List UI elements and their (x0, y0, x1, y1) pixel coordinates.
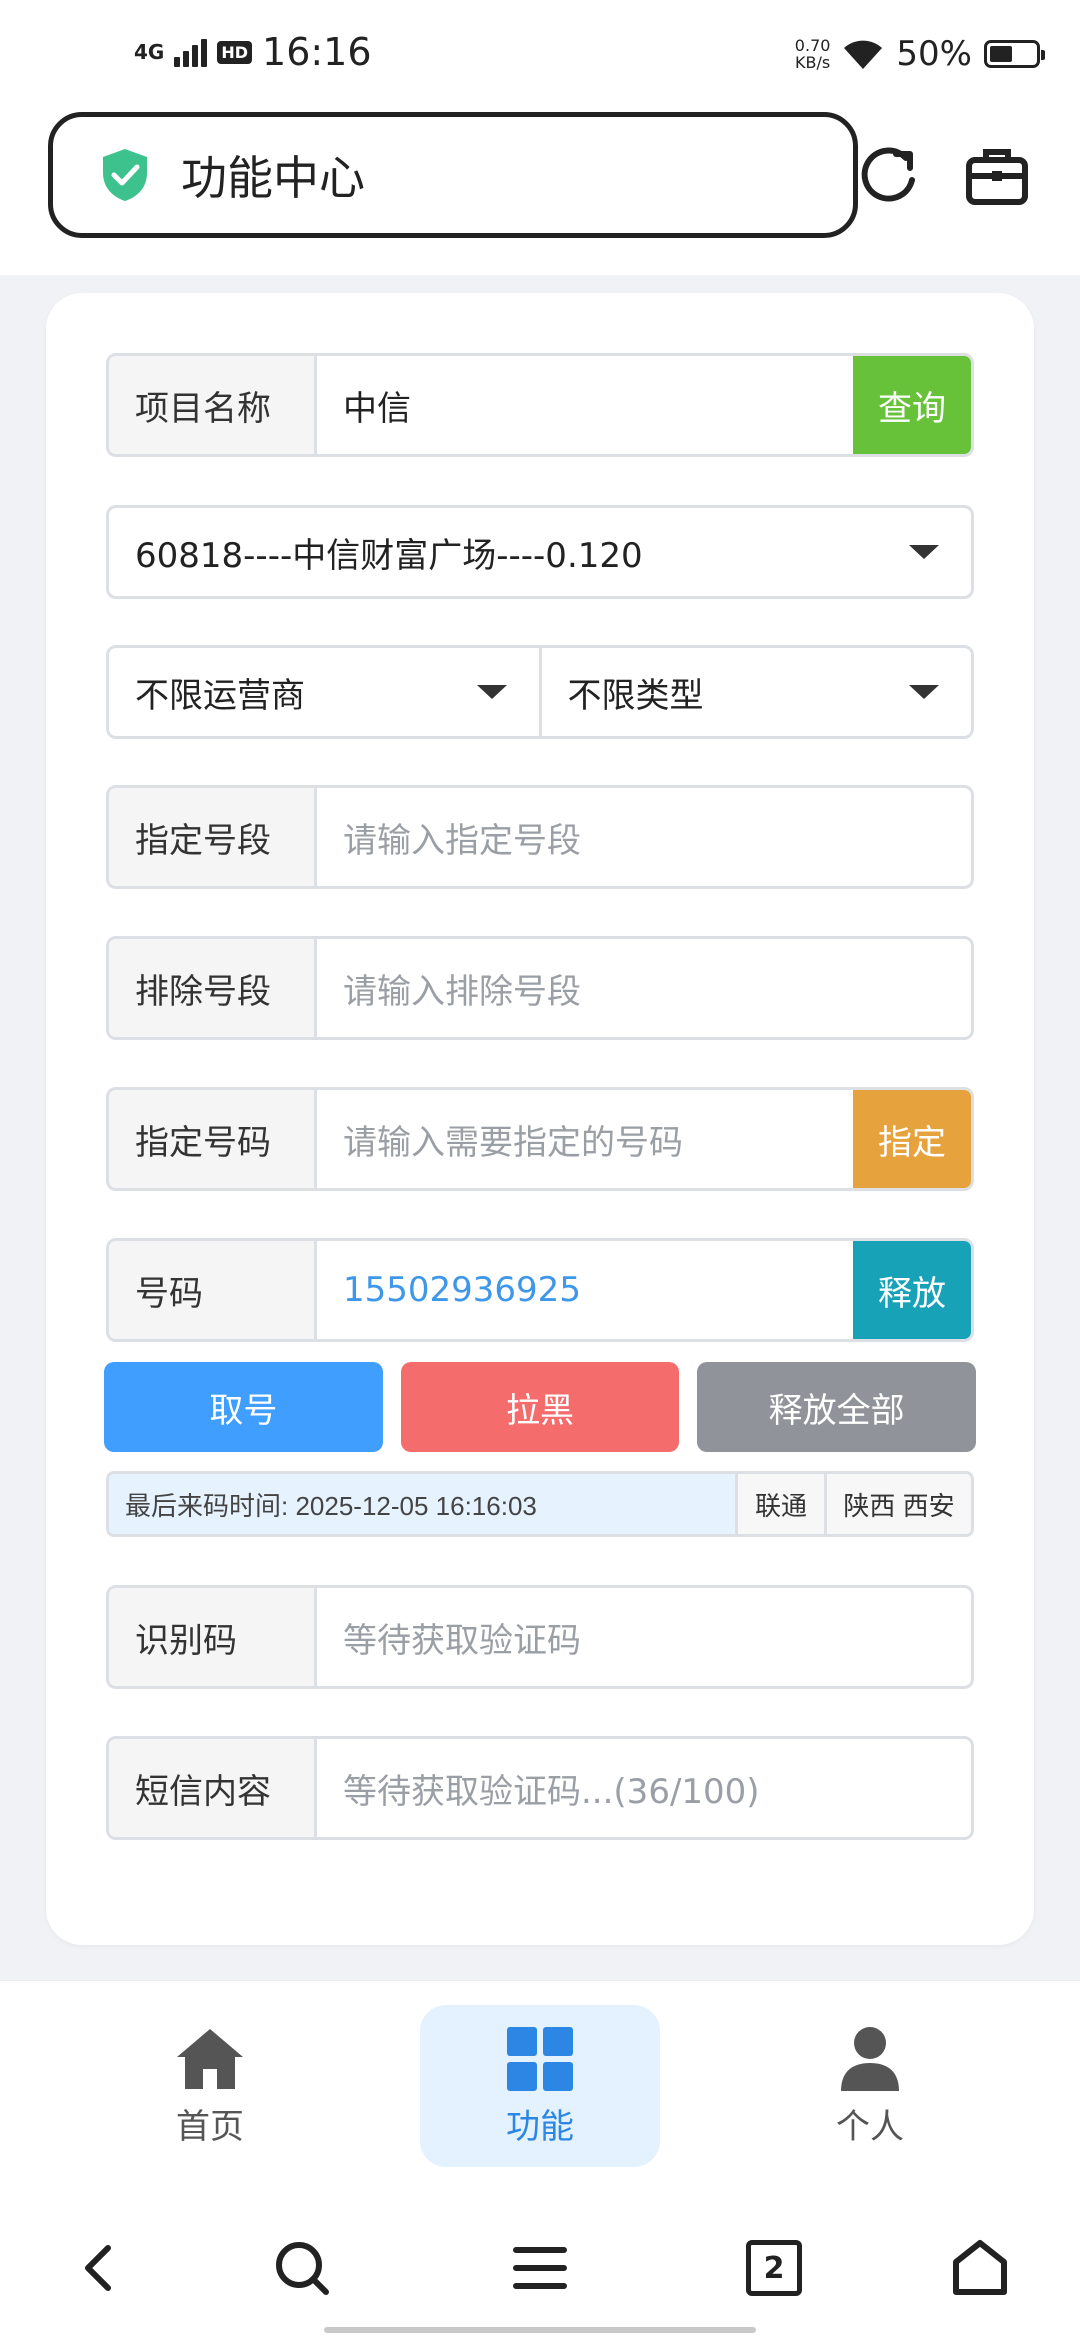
specify-button[interactable]: 指定 (853, 1090, 971, 1188)
grid-icon (507, 2026, 573, 2091)
shield-check-icon (103, 149, 147, 201)
number-prefix-input[interactable]: 请输入指定号段 (317, 788, 971, 886)
get-number-button[interactable]: 取号 (104, 1362, 383, 1452)
nav-profile-label: 个人 (836, 2106, 904, 2147)
type-select-value: 不限类型 (567, 675, 704, 716)
tab-count: 2 (763, 2250, 785, 2286)
battery-fill (990, 46, 1012, 62)
sms-content-label: 短信内容 (109, 1739, 317, 1837)
exclude-prefix-input[interactable]: 请输入排除号段 (317, 939, 971, 1037)
search-icon[interactable] (272, 2238, 332, 2298)
code-info-bar: 最后来码时间: 2025-12-05 16:16:03 联通 陕西 西安 (106, 1471, 974, 1537)
status-left: 4G HD 16:16 (134, 30, 372, 74)
filter-select-row: 不限运营商 不限类型 (106, 645, 974, 739)
project-name-label: 项目名称 (109, 356, 317, 454)
signal-icon (174, 37, 208, 67)
verify-code-label: 识别码 (109, 1588, 317, 1686)
type-select[interactable]: 不限类型 (538, 648, 972, 736)
project-select-value: 60818----中信财富广场----0.120 (135, 535, 643, 576)
specified-number-input[interactable]: 请输入需要指定的号码 (317, 1090, 853, 1188)
tabs-icon[interactable]: 2 (746, 2240, 802, 2296)
back-icon[interactable] (70, 2238, 130, 2298)
operator-select[interactable]: 不限运营商 (109, 648, 539, 736)
top-bar: 功能中心 (0, 110, 1080, 275)
exclude-prefix-row: 排除号段 请输入排除号段 (106, 936, 974, 1040)
gesture-handle (324, 2327, 756, 2333)
hd-badge: HD (217, 40, 253, 64)
network-type: 4G (134, 40, 165, 64)
verify-code-row: 识别码 等待获取验证码 (106, 1585, 974, 1689)
bottom-nav: 首页 功能 个人 (0, 1980, 1080, 2191)
verify-code-field[interactable]: 等待获取验证码 (317, 1588, 971, 1686)
function-card: 项目名称 中信 查询 60818----中信财富广场----0.120 不限运营… (46, 293, 1034, 1945)
project-select[interactable]: 60818----中信财富广场----0.120 (106, 505, 974, 599)
release-all-button[interactable]: 释放全部 (697, 1362, 977, 1452)
phone-number-row: 号码 15502936925 释放 (106, 1238, 974, 1342)
project-select-box[interactable]: 60818----中信财富广场----0.120 (109, 508, 971, 596)
project-name-input[interactable]: 中信 (317, 356, 853, 454)
action-buttons: 取号 拉黑 释放全部 (104, 1362, 977, 1452)
refresh-icon[interactable] (856, 142, 922, 208)
nav-function-label: 功能 (506, 2106, 574, 2147)
briefcase-icon[interactable] (964, 142, 1030, 208)
user-icon (841, 2026, 899, 2091)
phone-number-value[interactable]: 15502936925 (317, 1241, 853, 1339)
chevron-down-icon (909, 685, 939, 699)
release-button[interactable]: 释放 (853, 1241, 971, 1339)
home-outline-icon[interactable] (950, 2238, 1010, 2298)
specified-number-label: 指定号码 (109, 1090, 317, 1188)
operator-select-value: 不限运营商 (135, 675, 305, 716)
title-bar: 功能中心 (48, 112, 858, 238)
nav-profile[interactable]: 个人 (750, 2005, 990, 2167)
chevron-down-icon (909, 545, 939, 559)
battery-icon (984, 40, 1045, 68)
nav-home[interactable]: 首页 (90, 2005, 330, 2167)
menu-icon[interactable] (510, 2238, 570, 2298)
specified-number-row: 指定号码 请输入需要指定的号码 指定 (106, 1087, 974, 1191)
last-code-time: 最后来码时间: 2025-12-05 16:16:03 (109, 1474, 735, 1534)
phone-number-label: 号码 (109, 1241, 317, 1339)
status-bar: 4G HD 16:16 0.70 KB/s 50% (0, 0, 1080, 110)
nav-function[interactable]: 功能 (420, 2005, 660, 2167)
speed-unit: KB/s (795, 53, 831, 72)
home-icon (177, 2028, 243, 2089)
wifi-icon (844, 40, 883, 69)
query-button[interactable]: 查询 (853, 356, 971, 454)
system-nav-bar: 2 (0, 2190, 1080, 2340)
exclude-prefix-label: 排除号段 (109, 939, 317, 1037)
number-prefix-row: 指定号段 请输入指定号段 (106, 785, 974, 889)
chevron-down-icon (476, 685, 507, 699)
page-title: 功能中心 (181, 151, 365, 205)
carrier-badge: 联通 (735, 1474, 824, 1534)
network-speed: 0.70 KB/s (795, 37, 831, 71)
sms-content-row: 短信内容 等待获取验证码...(36/100) (106, 1736, 974, 1840)
sms-content-field[interactable]: 等待获取验证码...(36/100) (317, 1739, 971, 1837)
nav-home-label: 首页 (176, 2106, 244, 2147)
number-prefix-label: 指定号段 (109, 788, 317, 886)
battery-percent: 50% (896, 34, 972, 74)
status-time: 16:16 (262, 30, 372, 74)
blacklist-button[interactable]: 拉黑 (400, 1362, 680, 1452)
status-right: 0.70 KB/s 50% (795, 34, 1045, 74)
region-badge: 陕西 西安 (824, 1474, 971, 1534)
project-name-row: 项目名称 中信 查询 (106, 353, 974, 457)
